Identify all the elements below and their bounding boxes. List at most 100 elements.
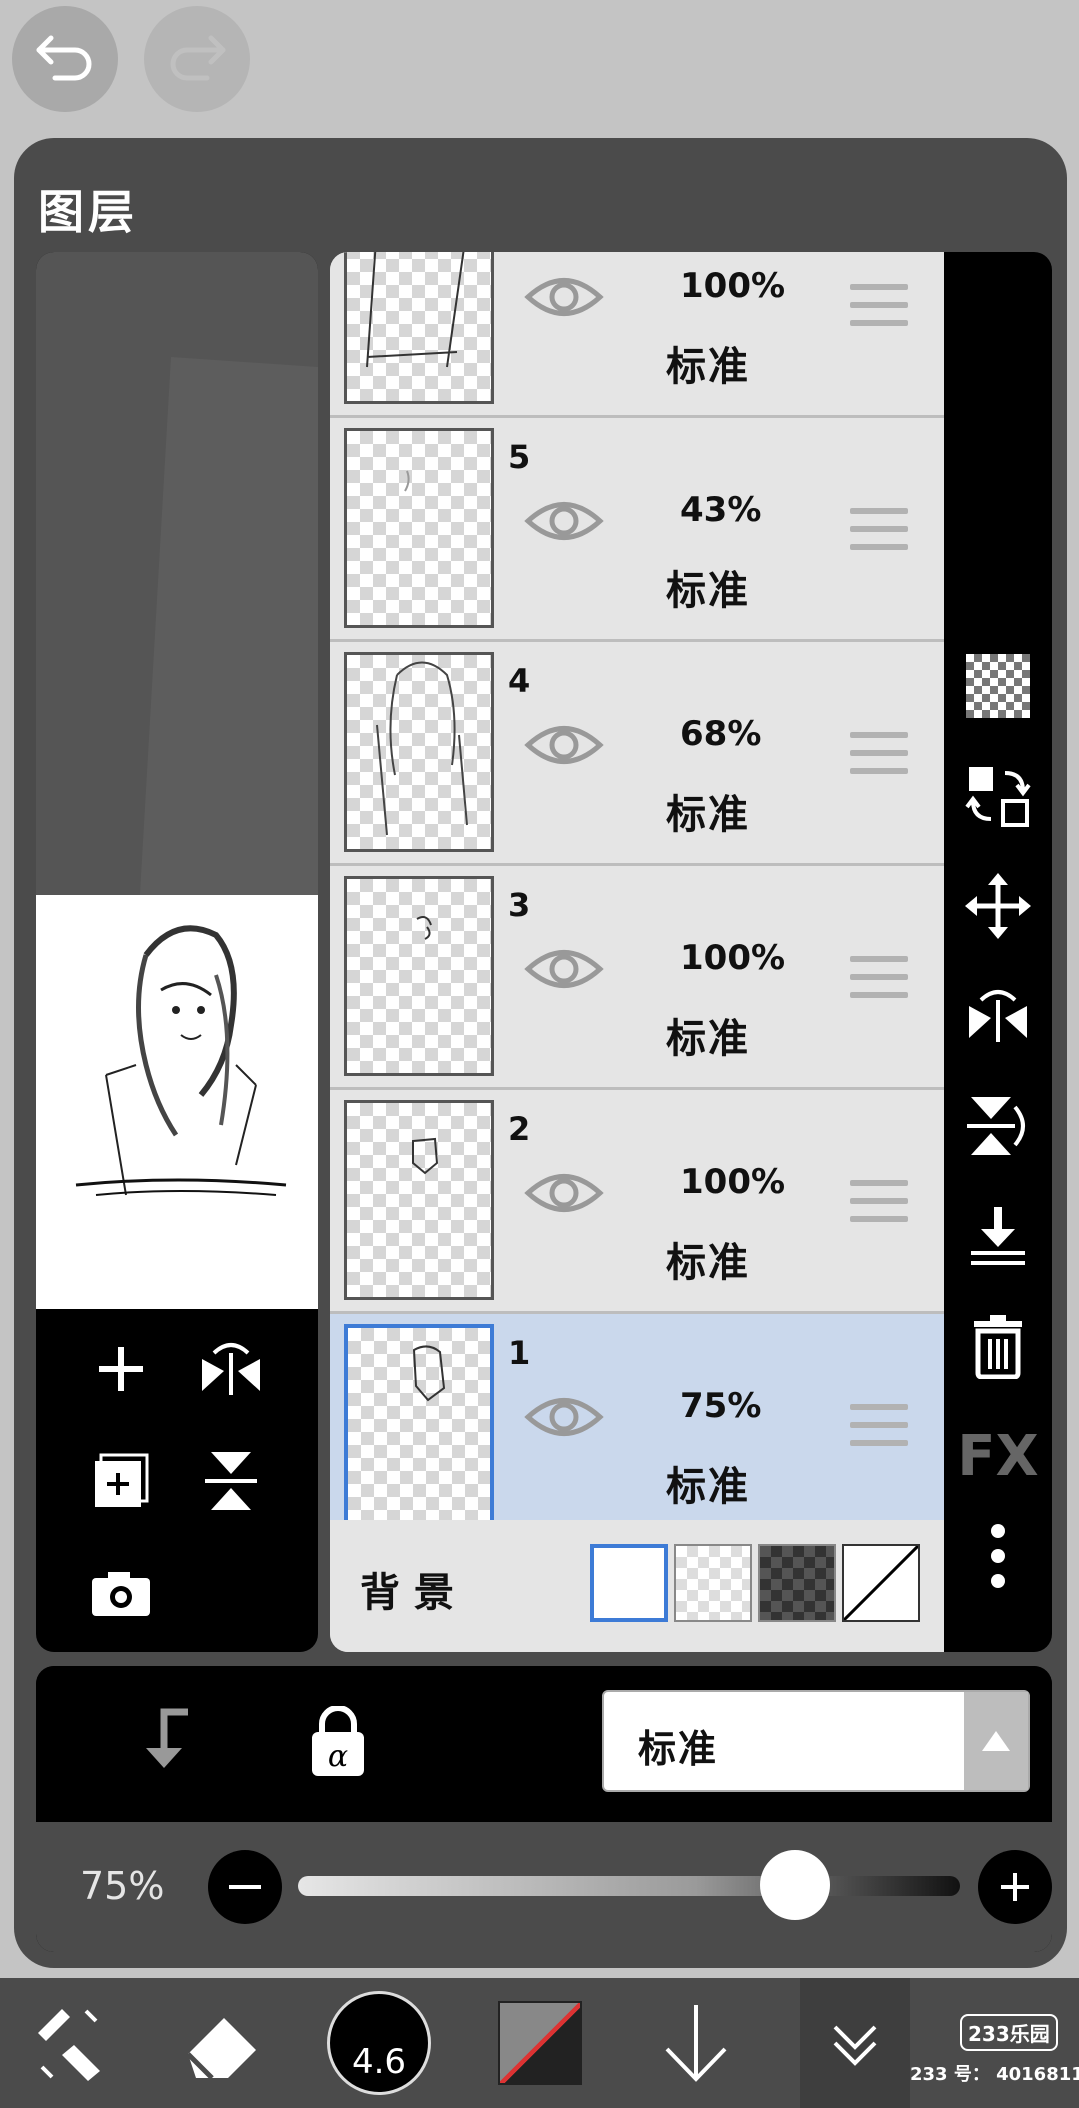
brush-size-circle: 4.6 <box>327 1991 431 2095</box>
layer-name: 1 <box>508 1334 531 1372</box>
color-button[interactable] <box>490 1978 590 2108</box>
more-icon[interactable] <box>958 1516 1038 1596</box>
swap-icon[interactable] <box>958 756 1038 836</box>
visibility-eye-icon[interactable] <box>524 1168 604 1222</box>
clipping-button[interactable] <box>136 1706 196 1780</box>
plus-icon <box>99 1347 143 1391</box>
flip-vertical-layer-button[interactable] <box>196 1446 266 1516</box>
drag-handle-icon[interactable] <box>850 508 908 562</box>
opacity-slider[interactable] <box>298 1850 960 1920</box>
background-white-option[interactable] <box>590 1544 668 1622</box>
plus-icon <box>1001 1873 1029 1901</box>
layer-blend-mode: 标准 <box>666 1240 750 1286</box>
layer-blend-mode: 标准 <box>666 344 750 390</box>
duplicate-icon <box>95 1453 149 1507</box>
blend-mode-dropdown-button[interactable] <box>964 1692 1028 1790</box>
flip-horizontal-icon <box>202 1343 260 1395</box>
opacity-label: 75% <box>80 1864 165 1908</box>
layer-row[interactable]: 5 43% 标准 <box>330 418 944 642</box>
layer-name: 5 <box>508 438 531 476</box>
undo-button[interactable] <box>12 6 118 112</box>
layer-opacity: 43% <box>680 490 762 530</box>
brush-eraser-swap-icon <box>38 2009 100 2081</box>
opacity-bar: 75% <box>36 1822 1052 1952</box>
opacity-increase-button[interactable] <box>978 1850 1052 1924</box>
transform-tool-button[interactable] <box>20 1978 120 2108</box>
drag-handle-icon[interactable] <box>850 1180 908 1234</box>
opacity-decrease-button[interactable] <box>208 1850 282 1924</box>
alpha-lock-button[interactable]: α <box>308 1705 368 1782</box>
layer-opacity: 75% <box>680 1386 762 1426</box>
layer-row[interactable]: 100% 标准 <box>330 252 944 418</box>
layer-row[interactable]: 4 68% 标准 <box>330 642 944 866</box>
eraser-tool-button[interactable] <box>170 1978 270 2108</box>
color-swatch-icon <box>498 2001 582 2085</box>
background-label: 背 景 <box>360 1570 454 1616</box>
brush-size-button[interactable]: 4.6 <box>324 1978 434 2108</box>
camera-icon <box>92 1572 150 1616</box>
checker-icon[interactable] <box>958 646 1038 726</box>
brush-size-value: 4.6 <box>351 2042 407 2082</box>
opacity-slider-knob[interactable] <box>759 1850 830 1920</box>
layer-list[interactable]: 100% 标准 5 43% 标准 4 68% 标准 3 100% 标准 2 10… <box>330 252 944 1652</box>
flip-vertical-icon[interactable] <box>958 1086 1038 1166</box>
layer-thumbnail <box>344 1324 494 1524</box>
layer-tools-column: FX <box>944 252 1052 1652</box>
watermark-logo: 233乐园 <box>960 2014 1058 2051</box>
layer-row[interactable]: 2 100% 标准 <box>330 1090 944 1314</box>
visibility-eye-icon[interactable] <box>524 720 604 774</box>
fx-icon[interactable]: FX <box>957 1416 1038 1496</box>
layer-row-selected[interactable]: 1 75% 标准 <box>330 1314 944 1538</box>
clipping-arrow-icon <box>146 1708 188 1768</box>
background-dark-checker-option[interactable] <box>758 1544 836 1622</box>
trash-icon[interactable] <box>958 1306 1038 1386</box>
camera-button[interactable] <box>86 1558 156 1628</box>
background-row: 背 景 <box>330 1520 944 1652</box>
canvas-preview[interactable] <box>36 252 318 1309</box>
visibility-eye-icon[interactable] <box>524 272 604 326</box>
layer-row[interactable]: 3 100% 标准 <box>330 866 944 1090</box>
layer-thumbnail <box>344 252 494 404</box>
layer-thumbnail <box>344 652 494 852</box>
visibility-eye-icon[interactable] <box>524 944 604 998</box>
triangle-up-icon <box>982 1731 1010 1751</box>
layer-name: 3 <box>508 886 531 924</box>
move-icon[interactable] <box>958 866 1038 946</box>
layer-blend-mode: 标准 <box>666 792 750 838</box>
layer-controls: α 标准 75% <box>36 1666 1052 1952</box>
layer-name: 2 <box>508 1110 531 1148</box>
canvas-thumbnail <box>36 895 318 1309</box>
drag-handle-icon[interactable] <box>850 284 908 338</box>
undo-arrow-icon <box>33 32 97 86</box>
visibility-eye-icon[interactable] <box>524 1392 604 1446</box>
duplicate-layer-button[interactable] <box>86 1446 156 1516</box>
blend-mode-value: 标准 <box>638 1727 719 1771</box>
layer-opacity: 100% <box>680 1162 786 1202</box>
drag-handle-icon[interactable] <box>850 732 908 786</box>
layer-blend-mode: 标准 <box>666 1464 750 1510</box>
visibility-eye-icon[interactable] <box>524 496 604 550</box>
add-layer-button[interactable] <box>86 1334 156 1404</box>
blend-mode-select[interactable]: 标准 <box>602 1690 1030 1792</box>
drag-handle-icon[interactable] <box>850 1404 908 1458</box>
flip-horizontal-icon[interactable] <box>958 976 1038 1056</box>
flip-layer-button[interactable] <box>196 1334 266 1404</box>
bottom-toolbar: 4.6 233乐园 233 号： 401681198 <box>0 1978 1079 2108</box>
menu-button[interactable]: 233乐园 233 号： 401681198 <box>910 1978 1079 2108</box>
redo-button[interactable] <box>144 6 250 112</box>
layer-blend-mode: 标准 <box>666 1016 750 1062</box>
layer-down-button[interactable] <box>646 1978 746 2108</box>
blend-bar: α 标准 <box>36 1666 1052 1822</box>
merge-down-icon[interactable] <box>958 1196 1038 1276</box>
background-transparent-option[interactable] <box>674 1544 752 1622</box>
arrow-down-icon <box>665 2005 727 2082</box>
layer-name: 4 <box>508 662 531 700</box>
background-none-option[interactable] <box>842 1544 920 1622</box>
flip-vertical-icon <box>205 1452 257 1510</box>
drag-handle-icon[interactable] <box>850 956 908 1010</box>
layer-blend-mode: 标准 <box>666 568 750 614</box>
layer-thumbnail <box>344 428 494 628</box>
layers-toggle-button[interactable] <box>800 1978 910 2108</box>
layer-opacity: 100% <box>680 938 786 978</box>
chevron-double-down-icon <box>833 2025 877 2066</box>
